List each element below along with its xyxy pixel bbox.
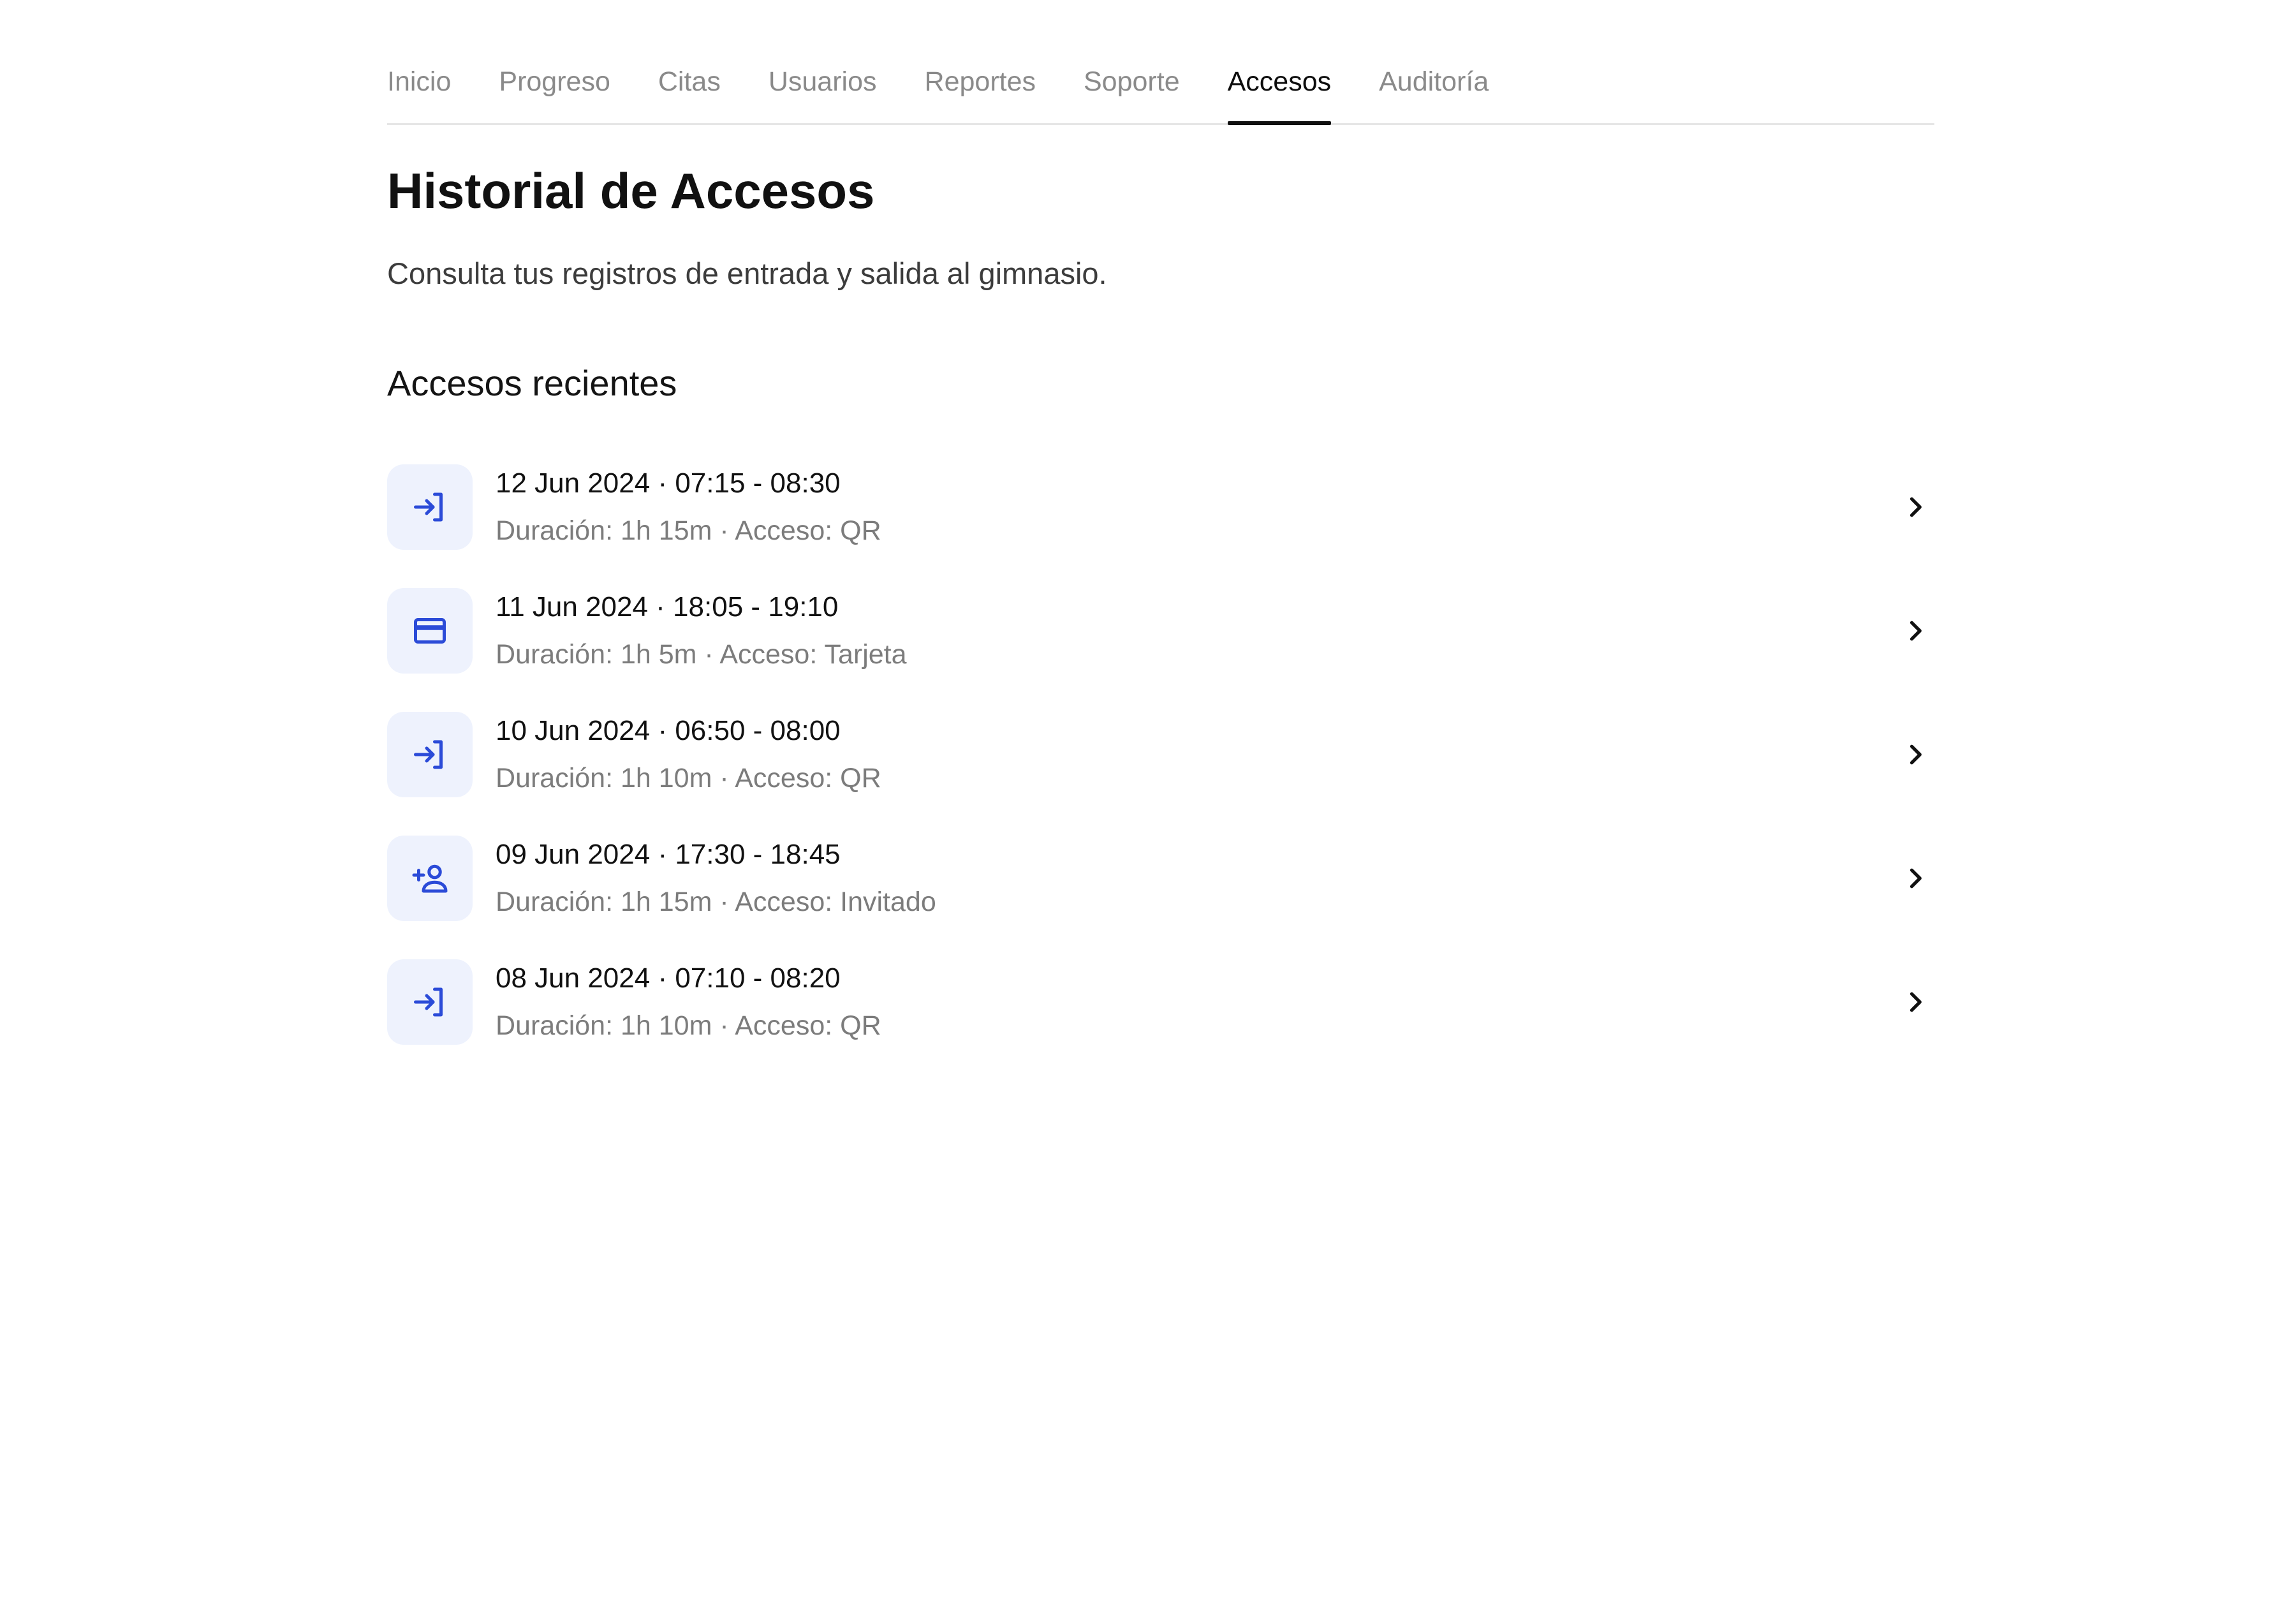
credit-card-icon: [414, 618, 446, 644]
access-list-item[interactable]: 09 Jun 2024 · 17:30 - 18:45 Duración: 1h…: [387, 836, 1934, 921]
tab-usuarios[interactable]: Usuarios: [769, 66, 877, 123]
access-detail: Duración: 1h 5m · Acceso: Tarjeta: [496, 639, 907, 670]
access-datetime: 10 Jun 2024 · 06:50 - 08:00: [496, 715, 841, 746]
tab-reportes[interactable]: Reportes: [925, 66, 1036, 123]
access-type-badge: [387, 959, 473, 1045]
access-list: 12 Jun 2024 · 07:15 - 08:30 Duración: 1h…: [387, 464, 1934, 1045]
access-detail: Duración: 1h 15m · Acceso: QR: [496, 515, 881, 546]
section-title: Accesos recientes: [387, 363, 677, 403]
tab-auditoria[interactable]: Auditoría: [1379, 66, 1489, 123]
chevron-right-icon[interactable]: [1896, 983, 1934, 1021]
chevron-right-icon[interactable]: [1896, 735, 1934, 774]
access-info: 10 Jun 2024 · 06:50 - 08:00 Duración: 1h…: [496, 713, 1896, 796]
access-list-item[interactable]: 10 Jun 2024 · 06:50 - 08:00 Duración: 1h…: [387, 712, 1934, 797]
person-add-icon: [412, 864, 448, 893]
chevron-right-icon[interactable]: [1896, 488, 1934, 526]
access-list-item[interactable]: 12 Jun 2024 · 07:15 - 08:30 Duración: 1h…: [387, 464, 1934, 550]
login-icon: [414, 492, 443, 522]
access-type-badge: [387, 464, 473, 550]
tab-accesos[interactable]: Accesos: [1227, 66, 1331, 125]
tab-citas[interactable]: Citas: [658, 66, 721, 123]
access-info: 09 Jun 2024 · 17:30 - 18:45 Duración: 1h…: [496, 837, 1896, 920]
access-type-badge: [387, 712, 473, 797]
access-datetime: 12 Jun 2024 · 07:15 - 08:30: [496, 468, 841, 499]
access-datetime: 08 Jun 2024 · 07:10 - 08:20: [496, 962, 841, 994]
access-detail: Duración: 1h 15m · Acceso: Invitado: [496, 887, 936, 917]
chevron-right-icon[interactable]: [1896, 859, 1934, 897]
access-info: 12 Jun 2024 · 07:15 - 08:30 Duración: 1h…: [496, 466, 1896, 549]
tab-soporte[interactable]: Soporte: [1084, 66, 1180, 123]
access-info: 11 Jun 2024 · 18:05 - 19:10 Duración: 1h…: [496, 589, 1896, 672]
access-list-item[interactable]: 08 Jun 2024 · 07:10 - 08:20 Duración: 1h…: [387, 959, 1934, 1045]
tab-progreso[interactable]: Progreso: [499, 66, 610, 123]
page-subtitle: Consulta tus registros de entrada y sali…: [387, 256, 1107, 290]
login-icon: [414, 987, 443, 1017]
page-title: Historial de Accesos: [387, 163, 875, 219]
access-datetime: 11 Jun 2024 · 18:05 - 19:10: [496, 591, 839, 623]
access-type-badge: [387, 836, 473, 921]
access-info: 08 Jun 2024 · 07:10 - 08:20 Duración: 1h…: [496, 961, 1896, 1043]
tab-inicio[interactable]: Inicio: [387, 66, 451, 123]
access-detail: Duración: 1h 10m · Acceso: QR: [496, 1010, 881, 1041]
login-icon: [414, 740, 443, 769]
access-list-item[interactable]: 11 Jun 2024 · 18:05 - 19:10 Duración: 1h…: [387, 588, 1934, 674]
access-datetime: 09 Jun 2024 · 17:30 - 18:45: [496, 839, 841, 870]
access-type-badge: [387, 588, 473, 674]
access-detail: Duración: 1h 10m · Acceso: QR: [496, 763, 881, 793]
top-tab-bar: Inicio Progreso Citas Usuarios Reportes …: [387, 0, 1934, 125]
chevron-right-icon[interactable]: [1896, 612, 1934, 650]
page-container: Inicio Progreso Citas Usuarios Reportes …: [387, 0, 1934, 1083]
